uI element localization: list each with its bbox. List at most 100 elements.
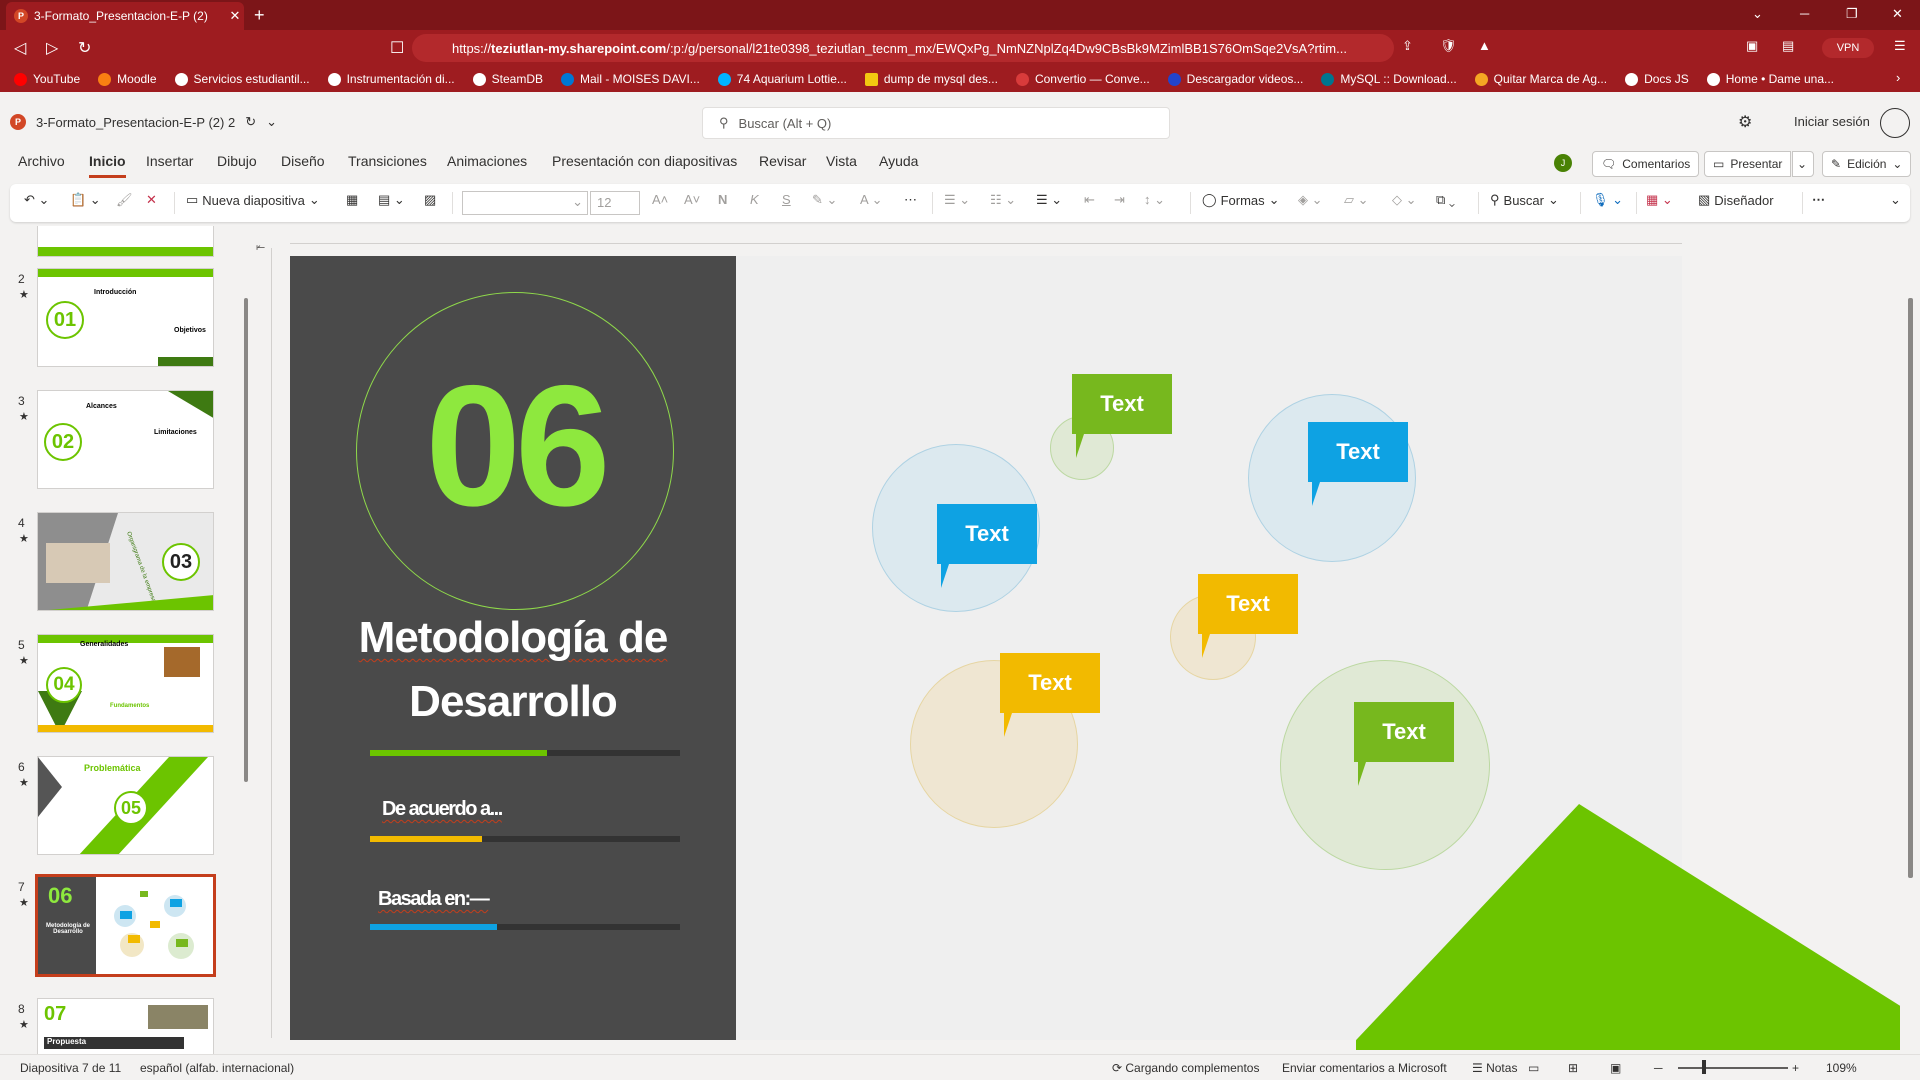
increase-indent-icon[interactable]: ⇥ [1114, 192, 1125, 208]
address-bar[interactable]: https://teziutlan-my.sharepoint.com/:p:/… [412, 34, 1394, 62]
search-box[interactable]: ⚲ Buscar (Alt + Q) [702, 107, 1170, 139]
bookmark-item[interactable]: Descargador videos... [1167, 72, 1303, 86]
forward-icon[interactable]: ▷ [46, 38, 58, 58]
bookmark-item[interactable]: Home • Dame una... [1706, 72, 1834, 86]
line-spacing-icon[interactable]: ↕ ⌄ [1144, 192, 1165, 208]
tab-presentacion[interactable]: Presentación con diapositivas [552, 153, 737, 169]
editing-mode-button[interactable]: ✎ Edición ⌄ [1822, 151, 1912, 177]
subtitle-2[interactable]: Basada en:— [378, 888, 490, 911]
subtitle-1[interactable]: De acuerdo a... [382, 798, 503, 821]
shape-fill-icon[interactable]: ◈ ⌄ [1298, 192, 1323, 208]
more-options-icon[interactable]: ⋯ [1812, 192, 1825, 208]
tab-archivo[interactable]: Archivo [18, 153, 65, 169]
paste-icon[interactable]: 📋 ⌄ [70, 192, 101, 208]
text-callout-yellow-mid[interactable]: Text [1198, 574, 1298, 658]
bookmark-item[interactable]: Moodle [98, 72, 157, 86]
bookmark-item[interactable]: Docs JS [1625, 72, 1689, 86]
reload-icon[interactable]: ↻ [78, 38, 91, 58]
tab-transiciones[interactable]: Transiciones [348, 153, 427, 169]
tab-insertar[interactable]: Insertar [146, 153, 193, 169]
comments-button[interactable]: 🗨 Comentarios [1592, 151, 1700, 177]
arrange-icon[interactable]: ⧉ ⌄ [1436, 192, 1455, 208]
zoom-slider[interactable] [1678, 1067, 1788, 1069]
tab-revisar[interactable]: Revisar [759, 153, 806, 169]
tab-dibujo[interactable]: Dibujo [217, 153, 257, 169]
chevron-down-icon[interactable]: ⌄ [266, 114, 277, 130]
present-button[interactable]: ▭ Presentar [1704, 151, 1792, 177]
slide-thumbnail[interactable]: Problemática 05 [37, 756, 214, 855]
bookmark-item[interactable]: dump de mysql des... [864, 72, 998, 86]
decrease-indent-icon[interactable]: ⇤ [1084, 192, 1095, 208]
shape-effects-icon[interactable]: ◇ ⌄ [1392, 192, 1417, 208]
section-number[interactable]: 06 [356, 360, 674, 532]
bookmark-item[interactable]: Convertio — Conve... [1015, 72, 1150, 86]
slide-title[interactable]: Metodología de Desarrollo [310, 606, 716, 734]
bubble-green-large[interactable] [1280, 660, 1490, 870]
slide-thumbnail[interactable] [37, 226, 214, 257]
format-painter-icon[interactable]: 🖌 [116, 192, 133, 208]
editor-scrollbar[interactable] [1908, 298, 1913, 878]
bookmark-item[interactable]: Mail - MOISES DAVI... [561, 72, 700, 86]
font-name-select[interactable]: ⌄ [462, 191, 588, 215]
layout-icon[interactable]: ▤ ⌄ [378, 192, 405, 208]
settings-gear-icon[interactable]: ⚙ [1738, 112, 1752, 132]
zoom-in-icon[interactable]: + [1792, 1061, 1799, 1075]
ribbon-collapse-icon[interactable]: ⌄ [1890, 192, 1901, 208]
document-title[interactable]: 3-Formato_Presentacion-E-P (2) 2 [36, 115, 235, 130]
normal-view-icon[interactable]: ▭ [1528, 1061, 1539, 1075]
font-color-icon[interactable]: A ⌄ [860, 192, 882, 208]
reuse-slides-icon[interactable]: ▦ [346, 192, 358, 208]
slide-thumbnail[interactable]: 04 Generalidades Fundamentos [37, 634, 214, 733]
tab-animaciones[interactable]: Animaciones [447, 153, 527, 169]
picture-icon[interactable]: ▨ [424, 192, 436, 208]
zoom-slider-thumb[interactable] [1702, 1060, 1706, 1074]
share-icon[interactable]: ⇪ [1402, 38, 1413, 54]
tab-list-icon[interactable]: ⌄ [1752, 6, 1763, 22]
vpn-button[interactable]: VPN [1822, 38, 1874, 58]
undo-icon[interactable]: ↶ ⌄ [24, 192, 49, 208]
zoom-out-icon[interactable]: ─ [1654, 1061, 1663, 1075]
align-icon[interactable]: ☰ ⌄ [1036, 192, 1062, 208]
grow-font-icon[interactable]: A˄ [652, 192, 668, 207]
maximize-icon[interactable]: ❐ [1846, 6, 1858, 22]
text-callout-green-top[interactable]: Text [1072, 374, 1172, 458]
wallet-icon[interactable]: ▤ [1782, 38, 1794, 54]
numbering-icon[interactable]: ☷ ⌄ [990, 192, 1016, 208]
signin-link[interactable]: Iniciar sesión [1794, 114, 1870, 129]
bookmark-item[interactable]: Instrumentación di... [327, 72, 455, 86]
shapes-button[interactable]: ◯ Formas ⌄ [1202, 192, 1280, 208]
addins-icon[interactable]: ▦ ⌄ [1646, 192, 1673, 208]
bookmark-item[interactable]: MySQL :: Download... [1321, 72, 1457, 86]
brave-shield-icon[interactable]: 🛡 [1440, 38, 1457, 54]
designer-button[interactable]: ▧ Diseñador [1698, 192, 1774, 208]
text-callout-green-right[interactable]: Text [1354, 702, 1454, 786]
tab-diseno[interactable]: Diseño [281, 153, 325, 169]
minimize-icon[interactable]: ─ [1800, 6, 1809, 21]
slide-thumbnail-selected[interactable]: 06 Metodología de Desarrollo [35, 874, 216, 977]
brave-rewards-icon[interactable]: ▲ [1478, 38, 1491, 53]
bullets-icon[interactable]: ☰ ⌄ [944, 192, 970, 208]
text-callout-blue-left[interactable]: Text [937, 504, 1037, 588]
present-dropdown[interactable]: ⌄ [1792, 151, 1814, 177]
bookmark-item[interactable]: Servicios estudiantil... [174, 72, 310, 86]
bookmark-item[interactable]: Quitar Marca de Ag... [1474, 72, 1607, 86]
italic-icon[interactable]: K [750, 192, 759, 207]
find-button[interactable]: ⚲ Buscar ⌄ [1490, 192, 1559, 208]
reading-view-icon[interactable]: ▣ [1610, 1061, 1621, 1075]
coauthor-avatar[interactable]: J [1554, 154, 1572, 172]
slide-thumbnail[interactable]: 01 Introducción Objetivos [37, 268, 214, 367]
document-title-area[interactable]: P 3-Formato_Presentacion-E-P (2) 2 ↻ ⌄ [10, 114, 277, 130]
font-size-select[interactable]: 12 [590, 191, 640, 215]
text-callout-blue-right[interactable]: Text [1308, 422, 1408, 506]
more-font-icon[interactable]: ⋯ [904, 192, 917, 208]
tab-vista[interactable]: Vista [826, 153, 857, 169]
thumbnails-scrollbar[interactable] [244, 298, 248, 782]
avatar[interactable] [1880, 108, 1910, 138]
shape-outline-icon[interactable]: ▱ ⌄ [1344, 192, 1369, 208]
bookmark-item[interactable]: YouTube [14, 72, 80, 86]
slide-sorter-icon[interactable]: ⊞ [1568, 1061, 1578, 1075]
highlight-icon[interactable]: ✎ ⌄ [812, 192, 837, 208]
bookmark-item[interactable]: 74 Aquarium Lottie... [717, 72, 847, 86]
bookmark-icon[interactable]: ☐ [390, 38, 404, 58]
dictate-icon[interactable]: 🎙 ⌄ [1592, 192, 1623, 208]
